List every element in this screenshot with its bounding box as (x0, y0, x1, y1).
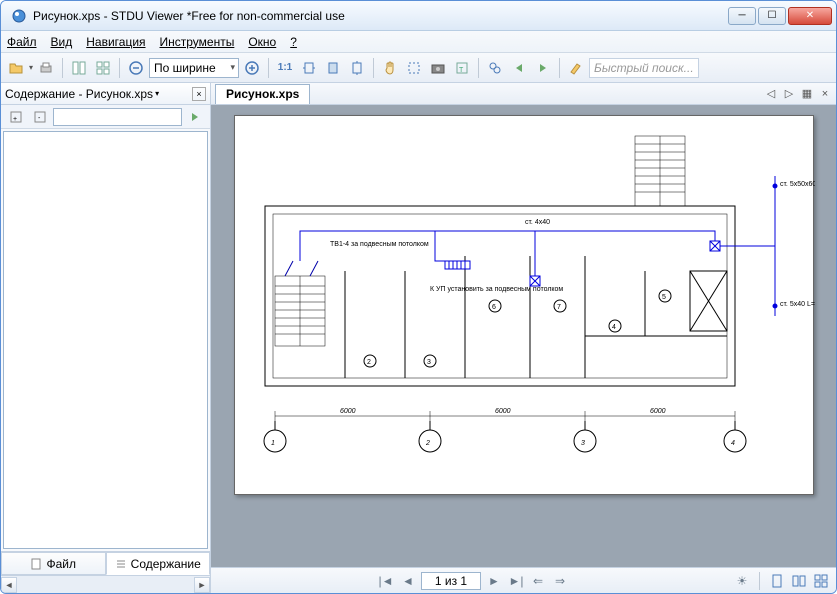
snapshot-button[interactable] (427, 57, 449, 79)
select-tool-button[interactable] (403, 57, 425, 79)
menu-navigation[interactable]: Навигация (86, 35, 145, 49)
single-page-view-button[interactable] (768, 572, 786, 590)
svg-text:6000: 6000 (650, 408, 666, 415)
brightness-button[interactable]: ☀ (733, 572, 751, 590)
tab-next-icon[interactable]: ▷ (782, 87, 796, 101)
sidebar-tab-file[interactable]: Файл (1, 552, 106, 575)
svg-text:6000: 6000 (495, 408, 511, 415)
sidebar-title: Содержание - Рисунок.xps (5, 87, 153, 101)
svg-text:2: 2 (425, 440, 430, 447)
find-prev-button[interactable] (508, 57, 530, 79)
svg-text:-: - (38, 115, 41, 122)
fit-page-button[interactable] (322, 57, 344, 79)
scroll-left-icon[interactable]: ◄ (1, 577, 17, 593)
svg-text:ТВ1-4 за подвесным потолком: ТВ1-4 за подвесным потолком (330, 241, 429, 248)
sidebar-close-button[interactable]: × (192, 87, 206, 101)
svg-text:5: 5 (662, 294, 666, 301)
svg-text:7: 7 (557, 304, 561, 311)
svg-text:6000: 6000 (340, 408, 356, 415)
zoom-out-button[interactable] (125, 57, 147, 79)
sidebar: Содержание - Рисунок.xps ▾ × + - Файл Со… (1, 83, 211, 593)
svg-text:6: 6 (492, 304, 496, 311)
window-title: Рисунок.xps - STDU Viewer *Free for non-… (33, 9, 728, 23)
svg-text:4: 4 (731, 440, 735, 447)
page-number-input[interactable]: 1 из 1 (421, 572, 481, 590)
quick-search-input[interactable]: Быстрый поиск... (589, 58, 699, 78)
page-nav-bar: |◄ ◄ 1 из 1 ► ►| ⇐ ⇒ ☀ (211, 567, 836, 593)
print-button[interactable] (35, 57, 57, 79)
text-select-button[interactable]: T (451, 57, 473, 79)
zoom-combo[interactable]: По ширине (149, 58, 239, 78)
hand-tool-button[interactable] (379, 57, 401, 79)
tab-close-icon[interactable]: × (818, 87, 832, 101)
svg-text:К УП установить за подвесным п: К УП установить за подвесным потолком (430, 286, 563, 293)
expand-all-button[interactable]: + (5, 106, 27, 128)
nav-forward-button[interactable]: ⇒ (551, 572, 569, 590)
find-button[interactable] (484, 57, 506, 79)
sidebar-search-button[interactable] (184, 106, 206, 128)
document-tabs: Рисунок.xps ◁ ▷ ▦ × (211, 83, 836, 105)
svg-text:ст. 5х40 L=37м: ст. 5х40 L=37м (780, 301, 815, 308)
document-page: 2 3 6 7 4 5 6000 (234, 115, 814, 495)
prev-page-button[interactable]: ◄ (399, 572, 417, 590)
find-next-button[interactable] (532, 57, 554, 79)
thumbnails-button[interactable] (92, 57, 114, 79)
svg-text:1: 1 (271, 440, 275, 447)
document-viewport[interactable]: 2 3 6 7 4 5 6000 (211, 105, 836, 567)
sidebar-tab-contents[interactable]: Содержание (106, 552, 211, 575)
svg-text:T: T (459, 67, 464, 74)
menu-tools[interactable]: Инструменты (160, 35, 235, 49)
minimize-button[interactable]: ─ (728, 7, 756, 25)
scroll-right-icon[interactable]: ► (194, 577, 210, 593)
sidebar-search-input[interactable] (53, 108, 182, 126)
svg-text:ст. 4х40: ст. 4х40 (525, 219, 550, 226)
page-list-button[interactable] (68, 57, 90, 79)
close-button[interactable]: ✕ (788, 7, 832, 25)
menu-view[interactable]: Вид (51, 35, 73, 49)
actual-size-button[interactable]: 1:1 (274, 57, 296, 79)
titlebar: Рисунок.xps - STDU Viewer *Free for non-… (1, 1, 836, 31)
highlight-icon[interactable] (565, 57, 587, 79)
sidebar-tree[interactable] (3, 131, 208, 549)
tab-prev-icon[interactable]: ◁ (764, 87, 778, 101)
menubar: Файл Вид Навигация Инструменты Окно ? (1, 31, 836, 53)
tab-menu-icon[interactable]: ▦ (800, 87, 814, 101)
svg-text:+: + (13, 116, 17, 123)
svg-text:2: 2 (367, 359, 371, 366)
collapse-all-button[interactable]: - (29, 106, 51, 128)
sidebar-header: Содержание - Рисунок.xps ▾ × (1, 83, 210, 105)
app-icon (11, 8, 27, 24)
fit-width-button[interactable] (298, 57, 320, 79)
zoom-in-button[interactable] (241, 57, 263, 79)
fit-height-button[interactable] (346, 57, 368, 79)
sidebar-tools: + - (1, 105, 210, 129)
open-button[interactable] (5, 57, 27, 79)
sidebar-hscroll[interactable]: ◄ ► (1, 575, 210, 593)
document-tab[interactable]: Рисунок.xps (215, 84, 310, 104)
maximize-button[interactable]: ☐ (758, 7, 786, 25)
menu-help[interactable]: ? (290, 35, 297, 49)
nav-back-button[interactable]: ⇐ (529, 572, 547, 590)
svg-text:4: 4 (612, 324, 616, 331)
next-page-button[interactable]: ► (485, 572, 503, 590)
toolbar: ▾ По ширине 1:1 T Быстрый поиск... (1, 53, 836, 83)
last-page-button[interactable]: ►| (507, 572, 525, 590)
svg-text:3: 3 (581, 440, 585, 447)
two-page-view-button[interactable] (790, 572, 808, 590)
svg-text:ст. 5х50х60 L=30м: ст. 5х50х60 L=30м (780, 181, 815, 188)
first-page-button[interactable]: |◄ (377, 572, 395, 590)
menu-window[interactable]: Окно (248, 35, 276, 49)
svg-text:3: 3 (427, 359, 431, 366)
menu-file[interactable]: Файл (7, 35, 37, 49)
continuous-view-button[interactable] (812, 572, 830, 590)
